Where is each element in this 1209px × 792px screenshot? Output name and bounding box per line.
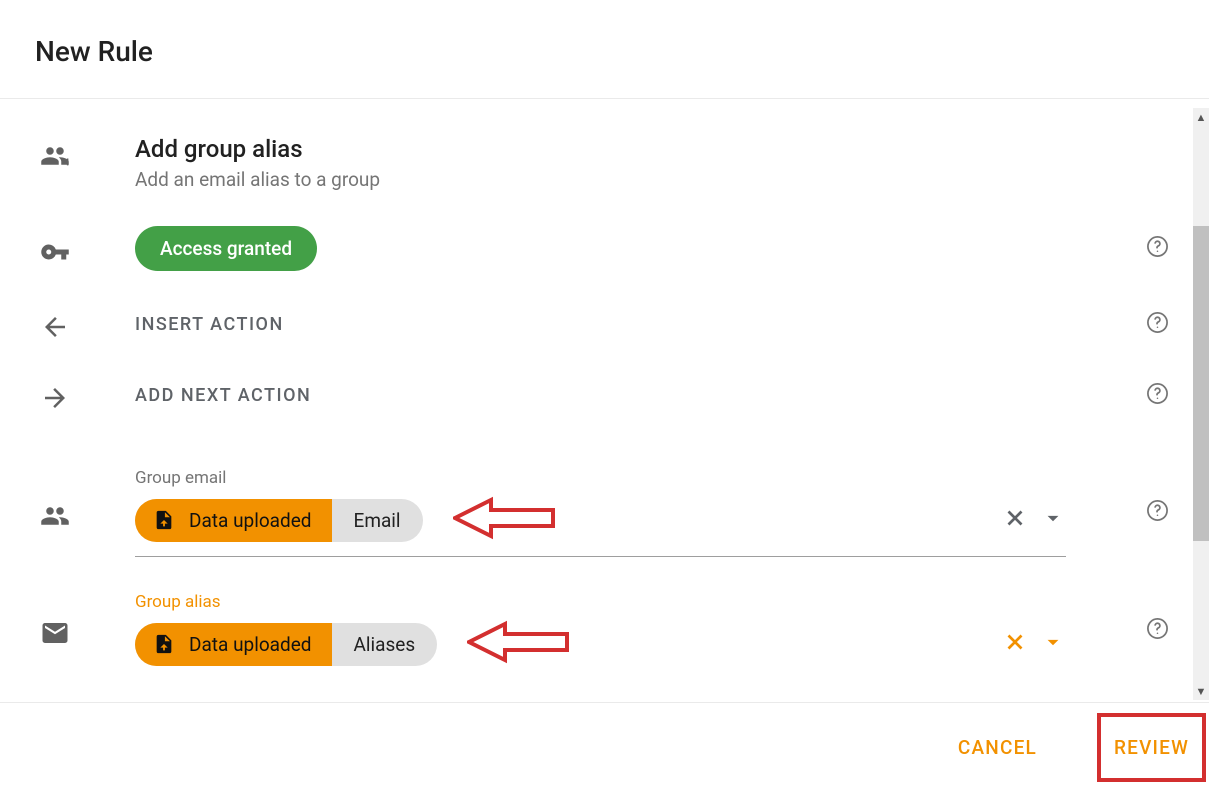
dropdown-toggle[interactable]: [1040, 629, 1066, 659]
file-upload-icon: [153, 509, 175, 531]
pill-data-uploaded-aliases[interactable]: Data uploaded Aliases: [135, 623, 437, 666]
section-title: Add group alias: [135, 135, 1199, 163]
arrow-right-icon: [35, 377, 75, 413]
annotation-highlight: REVIEW: [1097, 713, 1206, 782]
clear-field-button[interactable]: [1002, 629, 1028, 659]
row-add-next-action[interactable]: ADD NEXT ACTION: [35, 377, 1199, 413]
help-icon[interactable]: [1146, 499, 1169, 526]
dialog-title: New Rule: [0, 0, 1209, 99]
annotation-arrow-icon: [467, 620, 577, 668]
mail-icon: [35, 612, 75, 648]
pill-right-text: Email: [332, 499, 423, 542]
cancel-button[interactable]: CANCEL: [938, 711, 1057, 784]
arrow-left-icon: [35, 306, 75, 342]
pill-right-text: Aliases: [332, 623, 438, 666]
scrollbar-thumb[interactable]: [1193, 226, 1209, 541]
help-icon[interactable]: [1146, 617, 1169, 644]
insert-action-label: INSERT ACTION: [135, 314, 1066, 335]
access-granted-badge[interactable]: Access granted: [135, 226, 317, 271]
pill-data-uploaded-email[interactable]: Data uploaded Email: [135, 499, 423, 542]
help-icon[interactable]: [1146, 235, 1169, 262]
group-email-input[interactable]: Data uploaded Email: [135, 496, 1066, 557]
review-button[interactable]: REVIEW: [1114, 736, 1189, 759]
pill-left-text: Data uploaded: [189, 509, 312, 532]
group-alias-label: Group alias: [135, 592, 1066, 612]
file-upload-icon: [153, 633, 175, 655]
row-group-alias-heading: Add group alias Add an email alias to a …: [35, 135, 1199, 191]
row-group-email-field: Group email Data uploaded Email: [35, 468, 1199, 557]
clear-field-button[interactable]: [1002, 505, 1028, 535]
annotation-arrow-icon: [453, 496, 563, 544]
row-access: Access granted: [35, 226, 1199, 271]
dialog-body: Add group alias Add an email alias to a …: [0, 105, 1209, 700]
pill-left-text: Data uploaded: [189, 633, 312, 656]
help-icon[interactable]: [1146, 382, 1169, 409]
group-info-icon: [35, 135, 75, 171]
group-icon: [35, 495, 75, 531]
dropdown-toggle[interactable]: [1040, 505, 1066, 535]
help-icon[interactable]: [1146, 311, 1169, 338]
dialog-footer: CANCEL REVIEW: [0, 702, 1209, 792]
scroll-up-button[interactable]: ▲: [1193, 108, 1209, 126]
group-email-label: Group email: [135, 468, 1066, 488]
pill-left: Data uploaded: [135, 623, 332, 666]
row-group-alias-field: Group alias Data uploaded Aliases: [35, 592, 1199, 668]
key-icon: [35, 231, 75, 267]
pill-left: Data uploaded: [135, 499, 332, 542]
row-insert-action[interactable]: INSERT ACTION: [35, 306, 1199, 342]
add-next-action-label: ADD NEXT ACTION: [135, 385, 1066, 406]
section-subtitle: Add an email alias to a group: [135, 168, 1199, 191]
scroll-down-button[interactable]: ▼: [1193, 682, 1209, 700]
